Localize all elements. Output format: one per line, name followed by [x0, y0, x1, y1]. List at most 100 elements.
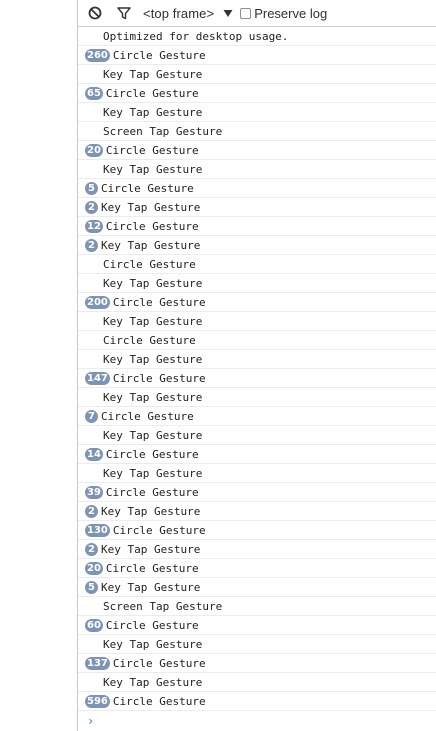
console-message: 130 Circle Gesture — [78, 521, 436, 540]
console-message: Key Tap Gesture — [78, 312, 436, 331]
console-message-text: Circle Gesture — [103, 257, 196, 271]
console-message: 20 Circle Gesture — [78, 141, 436, 160]
console-message-text: Circle Gesture — [105, 561, 199, 575]
console-message-text: Key Tap Gesture — [101, 238, 201, 252]
console-message-text: Optimized for desktop usage. — [103, 29, 289, 43]
repeat-count-badge: 65 — [85, 86, 103, 100]
console-message: Key Tap Gesture — [78, 464, 436, 483]
dropdown-arrow-icon — [223, 8, 233, 18]
prompt-chevron-icon: › — [87, 714, 95, 728]
repeat-count-badge: 260 — [85, 48, 110, 62]
repeat-count-badge: 5 — [85, 181, 98, 195]
console-message: 2 Key Tap Gesture — [78, 502, 436, 521]
console-message: Circle Gesture — [78, 255, 436, 274]
console-message: 137 Circle Gesture — [78, 654, 436, 673]
console-panel: <top frame> Preserve log Optimized for d… — [77, 0, 436, 731]
console-message: 200 Circle Gesture — [78, 293, 436, 312]
filter-icon[interactable] — [116, 5, 132, 21]
console-prompt[interactable]: › — [78, 711, 436, 731]
console-message: 60 Circle Gesture — [78, 616, 436, 635]
repeat-count-badge: 12 — [85, 219, 103, 233]
preserve-log-label: Preserve log — [254, 5, 328, 21]
repeat-count-badge: 596 — [85, 694, 110, 708]
console-message-text: Circle Gesture — [112, 523, 206, 537]
console-message: Key Tap Gesture — [78, 103, 436, 122]
console-message: 2 Key Tap Gesture — [78, 198, 436, 217]
repeat-count-badge: 20 — [85, 561, 103, 575]
console-message: Circle Gesture — [78, 331, 436, 350]
console-message-text: Key Tap Gesture — [103, 675, 203, 689]
console-message: Key Tap Gesture — [78, 388, 436, 407]
console-message: Key Tap Gesture — [78, 160, 436, 179]
console-message: Screen Tap Gesture — [78, 122, 436, 141]
console-message-text: Circle Gesture — [105, 143, 199, 157]
console-message: Key Tap Gesture — [78, 350, 436, 369]
console-message: Key Tap Gesture — [78, 65, 436, 84]
console-message: 596 Circle Gesture — [78, 692, 436, 711]
console-message-text: Circle Gesture — [105, 86, 199, 100]
console-message: 20 Circle Gesture — [78, 559, 436, 578]
console-message: 2 Key Tap Gesture — [78, 236, 436, 255]
console-message-text: Key Tap Gesture — [101, 542, 201, 556]
repeat-count-badge: 60 — [85, 618, 103, 632]
repeat-count-badge: 14 — [85, 447, 103, 461]
console-message-text: Circle Gesture — [112, 48, 206, 62]
console-message-text: Key Tap Gesture — [103, 105, 203, 119]
console-message: 39 Circle Gesture — [78, 483, 436, 502]
preserve-log-checkbox[interactable] — [240, 7, 252, 19]
console-message: 65 Circle Gesture — [78, 84, 436, 103]
console-message: 260 Circle Gesture — [78, 46, 436, 65]
console-message-text: Key Tap Gesture — [103, 428, 203, 442]
console-message: Key Tap Gesture — [78, 673, 436, 692]
repeat-count-badge: 5 — [85, 580, 98, 594]
console-message: 7 Circle Gesture — [78, 407, 436, 426]
console-message-text: Key Tap Gesture — [101, 200, 201, 214]
repeat-count-badge: 39 — [85, 485, 103, 499]
console-message-text: Circle Gesture — [101, 409, 194, 423]
console-message-text: Key Tap Gesture — [101, 504, 201, 518]
console-message-text: Circle Gesture — [112, 694, 206, 708]
console-message: 12 Circle Gesture — [78, 217, 436, 236]
console-message: Screen Tap Gesture — [78, 597, 436, 616]
console-message: Key Tap Gesture — [78, 635, 436, 654]
console-messages: Optimized for desktop usage. 260 Circle Ge… — [78, 27, 436, 711]
console-message-text: Key Tap Gesture — [103, 276, 203, 290]
console-message-text: Circle Gesture — [112, 656, 206, 670]
console-message: Optimized for desktop usage. — [78, 27, 436, 46]
console-message: Key Tap Gesture — [78, 274, 436, 293]
console-message: 147 Circle Gesture — [78, 369, 436, 388]
repeat-count-badge: 2 — [85, 238, 98, 252]
clear-console-icon[interactable] — [87, 5, 103, 21]
preserve-log-toggle[interactable]: Preserve log — [240, 6, 327, 21]
repeat-count-badge: 2 — [85, 504, 98, 518]
console-toolbar: <top frame> Preserve log — [78, 0, 436, 27]
console-message: 2 Key Tap Gesture — [78, 540, 436, 559]
console-message-text: Key Tap Gesture — [103, 637, 203, 651]
console-message: 5 Key Tap Gesture — [78, 578, 436, 597]
frame-label: <top frame> — [143, 5, 215, 21]
console-message-text: Circle Gesture — [103, 333, 196, 347]
console-message-text: Circle Gesture — [105, 618, 199, 632]
console-message-text: Key Tap Gesture — [103, 162, 203, 176]
repeat-count-badge: 137 — [85, 656, 110, 670]
console-message-text: Circle Gesture — [105, 447, 199, 461]
console-message-text: Key Tap Gesture — [103, 352, 203, 366]
frame-selector[interactable]: <top frame> — [143, 6, 233, 21]
console-message-text: Key Tap Gesture — [101, 580, 201, 594]
console-message: 14 Circle Gesture — [78, 445, 436, 464]
console-message-text: Key Tap Gesture — [103, 67, 203, 81]
repeat-count-badge: 200 — [85, 295, 110, 309]
repeat-count-badge: 147 — [85, 371, 110, 385]
repeat-count-badge: 7 — [85, 409, 98, 423]
repeat-count-badge: 20 — [85, 143, 103, 157]
console-message-text: Circle Gesture — [112, 371, 206, 385]
console-message-text: Key Tap Gesture — [103, 314, 203, 328]
console-message-text: Circle Gesture — [101, 181, 194, 195]
console-message: 5 Circle Gesture — [78, 179, 436, 198]
console-message-text: Circle Gesture — [105, 219, 199, 233]
console-message-text: Key Tap Gesture — [103, 466, 203, 480]
repeat-count-badge: 130 — [85, 523, 110, 537]
console-message-text: Circle Gesture — [112, 295, 206, 309]
repeat-count-badge: 2 — [85, 542, 98, 556]
repeat-count-badge: 2 — [85, 200, 98, 214]
